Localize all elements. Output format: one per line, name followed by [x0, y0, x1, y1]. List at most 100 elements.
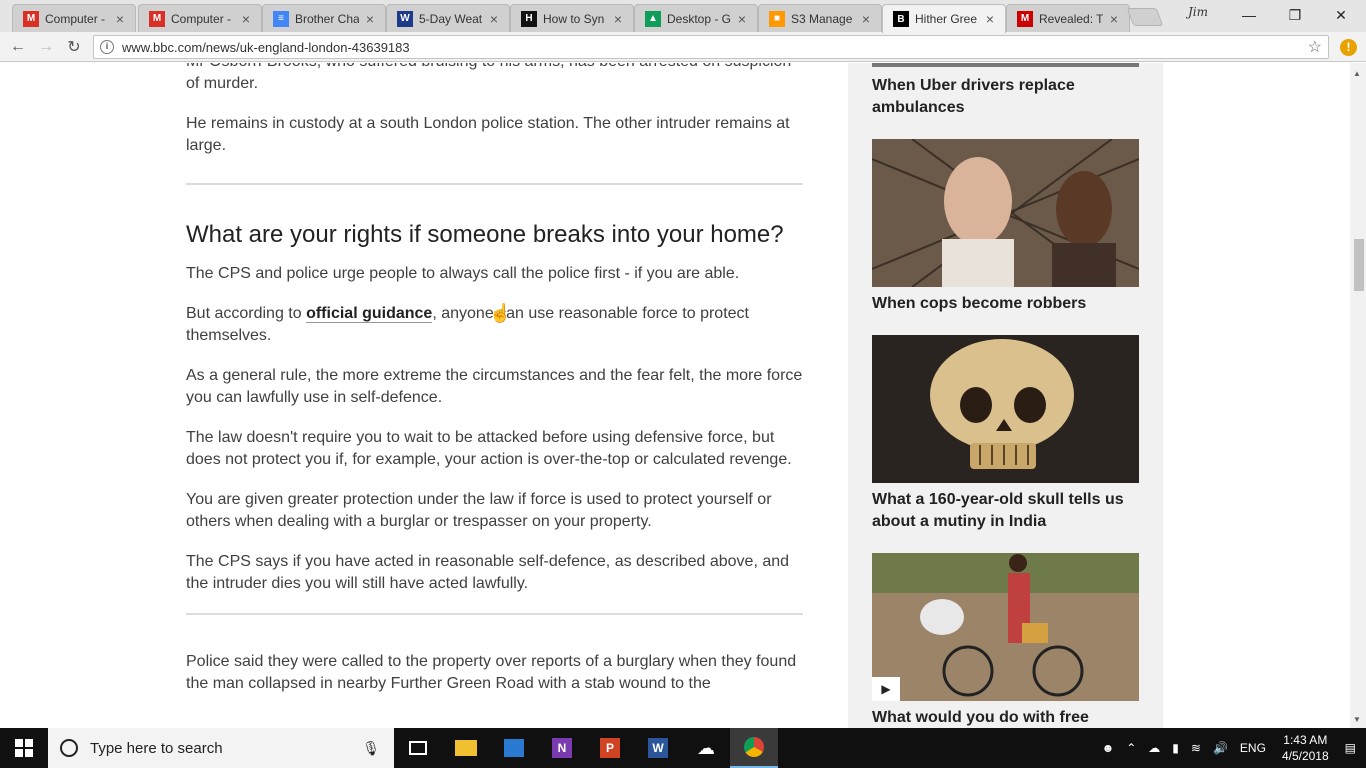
paragraph: Police said they were called to the prop… [186, 653, 797, 692]
tab-title: Computer - [171, 11, 232, 26]
aws-icon: ■ [769, 10, 785, 27]
address-bar[interactable]: i www.bbc.com/news/uk-england-london-436… [93, 35, 1329, 59]
tab-title: How to Syn [543, 11, 605, 26]
tab-close-icon[interactable]: × [239, 12, 253, 26]
browser-tab[interactable]: M Revealed: T × [1006, 4, 1130, 32]
action-center-icon[interactable]: ▤ [1345, 741, 1356, 755]
promo-item[interactable]: When Uber drivers replace ambulances [872, 63, 1139, 119]
bookmark-star-icon[interactable]: ☆ [1308, 37, 1322, 57]
tab-title: Revealed: T [1039, 11, 1103, 26]
divider [186, 183, 803, 185]
browser-tab[interactable]: ▲ Desktop - G × [634, 4, 758, 32]
promo-item[interactable]: ▶ What would you do with free [872, 553, 1139, 728]
promo-title[interactable]: What would you do with free [872, 707, 1139, 728]
section-heading: What are your rights if someone breaks i… [186, 221, 784, 248]
close-window-icon[interactable]: ✕ [1318, 0, 1364, 30]
mouse-cursor-icon: ☝ [489, 303, 512, 323]
minimize-icon[interactable]: — [1226, 0, 1272, 30]
info-icon[interactable]: i [100, 40, 114, 54]
scroll-up-icon[interactable]: ▲ [1353, 69, 1361, 78]
browser-tab[interactable]: ≡ Brother Cha × [262, 4, 386, 32]
profile-button[interactable]: Jim [1188, 5, 1208, 19]
word-icon[interactable]: W [634, 728, 682, 768]
battery-icon[interactable]: ▮ [1172, 741, 1179, 755]
paragraph: The CPS says if you have acted in reason… [186, 553, 790, 592]
tab-title: 5-Day Weat [419, 11, 483, 26]
promo-image[interactable] [872, 335, 1139, 483]
article-body: Mr Osborn-Brooks, who suffered bruising … [186, 63, 803, 713]
start-button[interactable] [0, 728, 48, 768]
wifi-icon[interactable]: ≋ [1191, 741, 1201, 755]
gmail-icon: M [23, 10, 39, 27]
paragraph: The law doesn't require you to wait to b… [186, 429, 792, 468]
promo-image[interactable] [872, 63, 1139, 67]
clock-date: 4/5/2018 [1281, 749, 1329, 763]
htg-icon: H [521, 10, 537, 27]
paragraph: You are given greater protection under t… [186, 491, 772, 530]
tab-close-icon[interactable]: × [113, 12, 127, 26]
tab-title: Desktop - G [667, 11, 731, 26]
file-explorer-icon[interactable] [442, 728, 490, 768]
promo-image[interactable]: ▶ [872, 553, 1139, 701]
onenote-icon[interactable]: N [538, 728, 586, 768]
chrome-icon[interactable] [730, 728, 778, 768]
tab-close-icon[interactable]: × [735, 12, 749, 26]
tab-close-icon[interactable]: × [859, 12, 873, 26]
cortana-icon [60, 739, 78, 757]
promo-image[interactable] [872, 139, 1139, 287]
browser-tab[interactable]: M Computer - × [12, 4, 136, 32]
play-icon[interactable]: ▶ [872, 677, 900, 701]
tab-close-icon[interactable]: × [1107, 12, 1121, 26]
tab-title: Brother Cha [295, 11, 359, 26]
paragraph: The CPS and police urge people to always… [186, 265, 740, 282]
forward-icon[interactable]: → [35, 36, 57, 58]
tab-title: Hither Gree [915, 12, 978, 26]
volume-icon[interactable]: 🔊 [1213, 741, 1228, 755]
tab-close-icon[interactable]: × [487, 12, 501, 26]
language-indicator[interactable]: ENG [1240, 741, 1266, 755]
page-scrollbar[interactable]: ▲ ▼ [1350, 63, 1366, 728]
tray-overflow-icon[interactable]: ⌃ [1126, 741, 1136, 755]
promo-title[interactable]: What a 160-year-old skull tells us about… [872, 489, 1139, 533]
paragraph: As a general rule, the more extreme the … [186, 367, 803, 406]
task-view-icon[interactable] [394, 728, 442, 768]
new-tab-button[interactable] [1126, 8, 1164, 26]
paragraph: He remains in custody at a south London … [186, 115, 790, 154]
clock[interactable]: 1:43 AM 4/5/2018 [1282, 732, 1329, 764]
back-icon[interactable]: ← [7, 36, 29, 58]
url-text[interactable]: www.bbc.com/news/uk-england-london-43639… [122, 40, 1308, 55]
tab-close-icon[interactable]: × [983, 12, 997, 26]
browser-tab[interactable]: B Hither Gree × [882, 4, 1006, 33]
paragraph: Mr Osborn-Brooks, who suffered bruising … [186, 63, 791, 92]
browser-tab[interactable]: H How to Syn × [510, 4, 634, 32]
reload-icon[interactable]: ↻ [63, 36, 85, 58]
microphone-icon[interactable]: 🎙 [362, 740, 380, 757]
people-icon[interactable]: ☻ [1102, 741, 1115, 755]
tab-title: Computer - [45, 11, 106, 26]
promo-item[interactable]: What a 160-year-old skull tells us about… [872, 335, 1139, 533]
system-tray: ☻ ⌃ ☁ ▮ ≋ 🔊 ENG 1:43 AM 4/5/2018 ▤ [1096, 728, 1366, 768]
browser-tab[interactable]: M Computer - × [138, 4, 262, 32]
browser-tab[interactable]: W 5-Day Weat × [386, 4, 510, 32]
tab-strip: M Computer - × M Computer - × ≡ Brother Cha × W 5-… [0, 0, 1366, 33]
taskbar-search[interactable]: Type here to search 🎙 [48, 728, 394, 768]
drive-icon: ▲ [645, 10, 661, 27]
restore-icon[interactable]: ❐ [1272, 0, 1318, 30]
tab-title: S3 Manage [791, 11, 853, 26]
extension-alert-icon[interactable]: ! [1340, 39, 1357, 56]
powerpoint-icon[interactable]: P [586, 728, 634, 768]
official-guidance-link[interactable]: official guidance [306, 305, 433, 323]
scroll-thumb[interactable] [1354, 239, 1364, 291]
scroll-down-icon[interactable]: ▼ [1353, 715, 1361, 724]
tab-close-icon[interactable]: × [611, 12, 625, 26]
related-sidebar: When Uber drivers replace ambulances Whe… [848, 63, 1163, 728]
cloud-icon[interactable]: ☁ [1148, 741, 1160, 755]
windows-taskbar: Type here to search 🎙 N P W ☁ ☻ ⌃ ☁ ▮ ≋ … [0, 728, 1366, 768]
promo-title[interactable]: When Uber drivers replace ambulances [872, 75, 1139, 119]
tab-close-icon[interactable]: × [363, 12, 377, 26]
onedrive-icon[interactable]: ☁ [682, 728, 730, 768]
promo-item[interactable]: When cops become robbers [872, 139, 1139, 315]
promo-title[interactable]: When cops become robbers [872, 293, 1139, 315]
browser-tab[interactable]: ■ S3 Manage × [758, 4, 882, 32]
store-icon[interactable] [490, 728, 538, 768]
